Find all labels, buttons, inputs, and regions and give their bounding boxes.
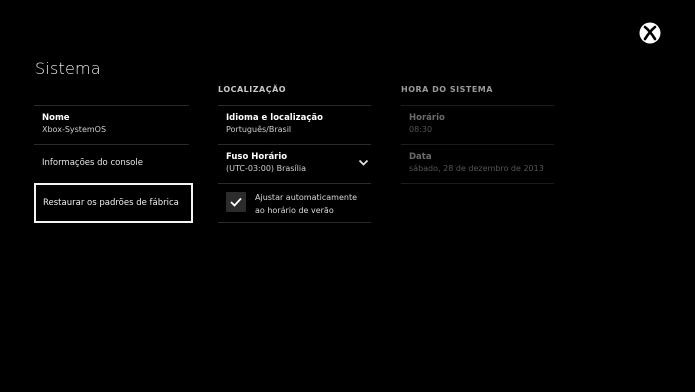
divider <box>401 183 554 184</box>
console-name-item[interactable]: Nome Xbox-SystemOS <box>34 113 192 134</box>
chevron-down-icon[interactable] <box>358 159 369 167</box>
time-value: 08:30 <box>409 125 433 134</box>
console-info-item[interactable]: Informações do console <box>34 158 192 168</box>
language-label: Idioma e localização <box>226 113 323 123</box>
localization-header: LOCALIZAÇÃO <box>218 85 287 94</box>
dst-label-line2: ao horário de verão <box>255 206 334 215</box>
xbox-logo-icon <box>639 22 661 44</box>
page-title: Sistema <box>35 59 101 78</box>
console-info-label: Informações do console <box>42 158 143 168</box>
divider <box>218 222 371 223</box>
divider <box>34 144 189 145</box>
divider <box>401 144 554 145</box>
language-setting[interactable]: Idioma e localização Português/Brasil <box>226 113 323 134</box>
date-label: Data <box>409 152 432 162</box>
divider <box>218 105 371 106</box>
divider <box>218 144 371 145</box>
timezone-dropdown[interactable]: Fuso Horário (UTC-03:00) Brasília <box>226 152 306 173</box>
divider <box>218 183 371 184</box>
divider <box>34 105 189 106</box>
timezone-value: (UTC-03:00) Brasília <box>226 164 307 173</box>
dst-checkbox[interactable] <box>226 192 246 212</box>
console-name-value: Xbox-SystemOS <box>42 125 107 134</box>
language-value: Português/Brasil <box>226 125 292 134</box>
console-name-label: Nome <box>42 113 70 123</box>
factory-reset-button[interactable]: Restaurar os padrões de fábrica <box>34 183 193 223</box>
dst-label-line1: Ajustar automaticamente <box>255 193 358 202</box>
time-setting: Horário 08:30 <box>409 113 445 134</box>
time-label: Horário <box>409 113 445 123</box>
divider <box>401 105 554 106</box>
date-value: sábado, 28 de dezembro de 2013 <box>409 164 544 173</box>
timezone-label: Fuso Horário <box>226 152 288 162</box>
check-icon <box>230 197 242 207</box>
date-setting: Data sábado, 28 de dezembro de 2013 <box>409 152 544 173</box>
system-time-header: HORA DO SISTEMA <box>401 85 493 94</box>
factory-reset-label: Restaurar os padrões de fábrica <box>43 198 179 208</box>
dst-label: Ajustar automaticamente ao horário de ve… <box>255 191 357 217</box>
